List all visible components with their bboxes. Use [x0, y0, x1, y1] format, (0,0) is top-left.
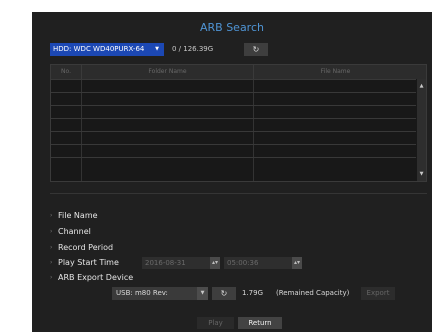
table-header: No. Folder Name File Name: [51, 65, 426, 79]
table-row[interactable]: [51, 92, 416, 105]
hdd-select-value: HDD: WDC WD40PURX-64: [53, 45, 145, 53]
scroll-up-icon[interactable]: ▲: [417, 83, 426, 89]
arb-export-device-label: ARB Export Device: [58, 273, 134, 282]
usb-device-select[interactable]: USB: m80 Rev: ▼: [112, 287, 208, 300]
dialog-title: ARB Search: [199, 21, 264, 34]
start-time-field[interactable]: 05:00:36: [224, 257, 292, 269]
time-spin-icon[interactable]: ▴▾: [292, 257, 302, 269]
usb-device-value: USB: m80 Rev:: [116, 289, 168, 297]
chevron-down-icon: ▼: [197, 287, 208, 300]
chevron-right-icon: ›: [50, 228, 53, 235]
table-row[interactable]: [51, 144, 416, 157]
table-row[interactable]: [51, 79, 416, 92]
search-results-table: No. Folder Name File Name ▲ ▼: [50, 64, 427, 182]
chevron-right-icon: ›: [50, 244, 53, 251]
hdd-capacity: 0 / 126.39G: [172, 45, 214, 53]
table-row[interactable]: [51, 131, 416, 144]
table-row[interactable]: [51, 157, 416, 170]
refresh-icon: ↻: [252, 45, 260, 54]
play-button[interactable]: Play: [197, 317, 234, 329]
table-scrollbar[interactable]: ▲ ▼: [417, 79, 426, 181]
export-button[interactable]: Export: [361, 287, 395, 300]
column-header-folder-name: Folder Name: [82, 65, 254, 79]
return-button[interactable]: Return: [238, 317, 282, 329]
channel-label: Channel: [58, 227, 91, 236]
hdd-refresh-button[interactable]: ↻: [244, 43, 268, 56]
scroll-down-icon[interactable]: ▼: [417, 171, 426, 177]
arb-search-dialog: ARB Search HDD: WDC WD40PURX-64 ▼ 0 / 12…: [32, 12, 432, 332]
section-divider: [50, 193, 427, 194]
hdd-select[interactable]: HDD: WDC WD40PURX-64 ▼: [50, 43, 164, 56]
play-start-time-option: › Play Start Time 2016-08-31 ▴▾ 05:00:36…: [50, 257, 330, 269]
start-date-field[interactable]: 2016-08-31: [142, 257, 210, 269]
usb-refresh-button[interactable]: ↻: [212, 287, 236, 300]
play-start-time-label: Play Start Time: [58, 258, 119, 267]
export-device-row: USB: m80 Rev: ▼ ↻ 1.79G (Remained Capaci…: [32, 287, 432, 300]
date-spin-icon[interactable]: ▴▾: [210, 257, 220, 269]
chevron-right-icon: ›: [50, 259, 53, 266]
remained-capacity-value: 1.79G: [242, 289, 264, 297]
chevron-right-icon: ›: [50, 274, 53, 281]
table-row[interactable]: [51, 105, 416, 118]
table-row[interactable]: [51, 118, 416, 131]
chevron-down-icon: ▼: [155, 46, 159, 52]
record-period-label: Record Period: [58, 243, 114, 252]
remained-capacity-label: (Remained Capacity): [276, 289, 350, 297]
chevron-right-icon: ›: [50, 212, 53, 219]
column-header-file-name: File Name: [320, 68, 351, 75]
column-header-no: No.: [51, 65, 82, 79]
file-name-label: File Name: [58, 211, 98, 220]
refresh-icon: ↻: [220, 289, 228, 298]
